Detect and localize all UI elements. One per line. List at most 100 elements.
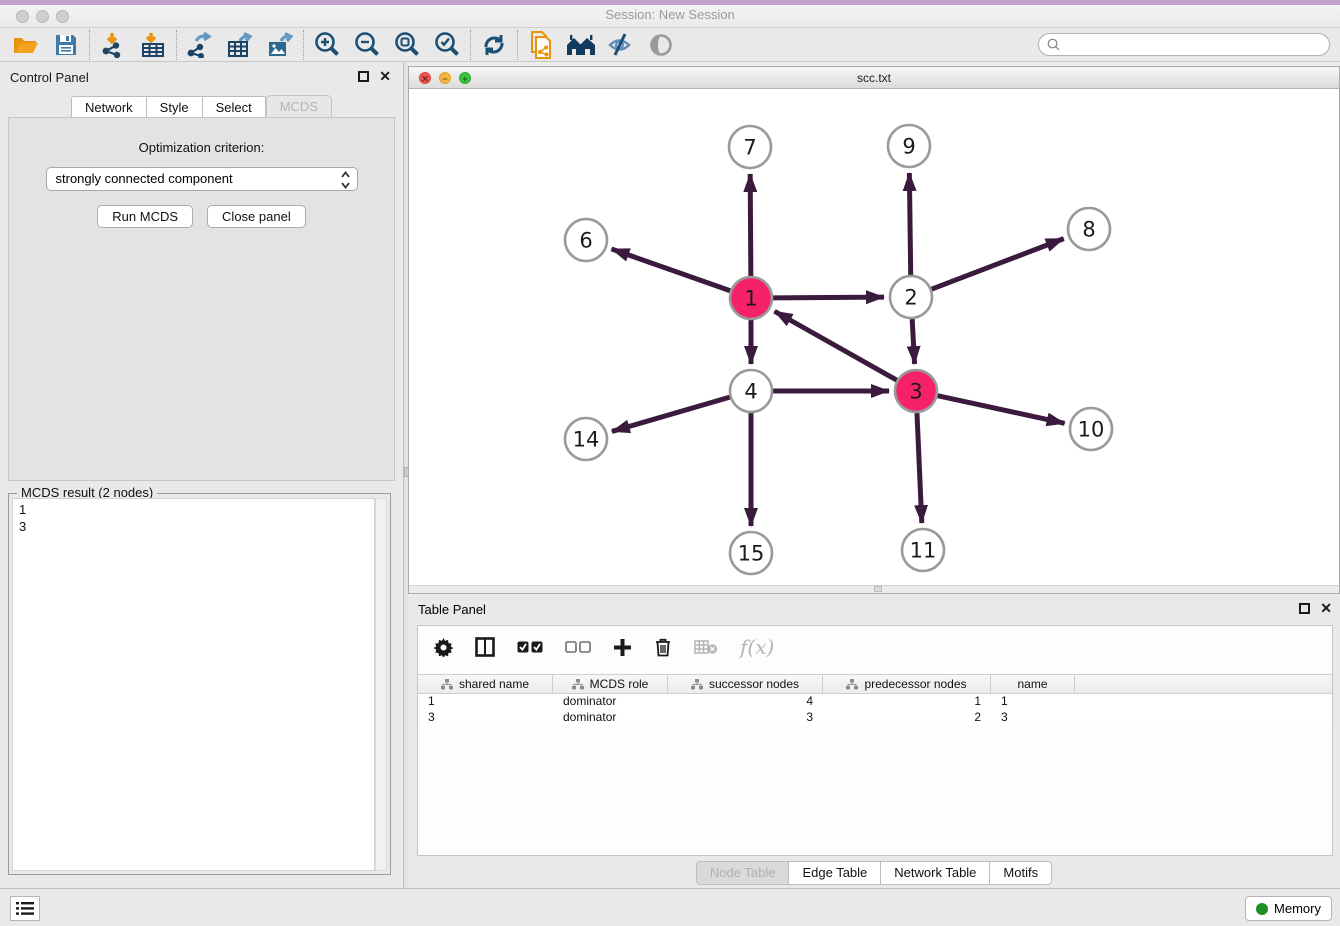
cell-mcds-role[interactable]: dominator xyxy=(553,710,668,726)
node-table: shared name MCDS role successor nodes xyxy=(418,674,1332,726)
column-header-shared-name[interactable]: shared name xyxy=(418,675,553,693)
cell-successor-nodes[interactable]: 4 xyxy=(668,694,823,710)
zoom-fit-icon[interactable] xyxy=(387,30,427,60)
table-options-icon[interactable] xyxy=(434,638,453,657)
unselect-all-icon[interactable] xyxy=(565,640,591,654)
task-history-button[interactable] xyxy=(10,896,40,921)
graph-node-label-9: 9 xyxy=(902,135,915,159)
tree-icon xyxy=(441,679,453,690)
toolbar-separator xyxy=(176,30,177,60)
toolbar-separator xyxy=(470,30,471,60)
memory-button[interactable]: Memory xyxy=(1245,896,1332,921)
close-panel-button[interactable]: Close panel xyxy=(207,205,306,228)
first-neighbors-icon[interactable] xyxy=(561,30,601,60)
graph-edge-3-10[interactable] xyxy=(937,396,1064,424)
cell-shared-name[interactable]: 3 xyxy=(418,710,553,726)
tab-node-table[interactable]: Node Table xyxy=(696,861,790,885)
run-mcds-button[interactable]: Run MCDS xyxy=(97,205,193,228)
criterion-dropdown[interactable]: strongly connected component xyxy=(46,167,358,191)
cell-successor-nodes[interactable]: 3 xyxy=(668,710,823,726)
horizontal-splitter-grip[interactable] xyxy=(874,586,882,592)
column-header-name[interactable]: name xyxy=(991,675,1075,693)
tab-edge-table[interactable]: Edge Table xyxy=(789,861,881,885)
graph-edge-1-2[interactable] xyxy=(773,297,884,298)
close-table-panel-icon[interactable]: ✕ xyxy=(1320,602,1332,615)
import-network-icon[interactable] xyxy=(93,30,133,60)
table-row[interactable]: 1 dominator 4 1 1 xyxy=(418,694,1332,710)
graph-edge-2-9[interactable] xyxy=(909,173,910,275)
graph-edge-3-1[interactable] xyxy=(775,311,897,380)
column-header-mcds-role[interactable]: MCDS role xyxy=(553,675,668,693)
select-all-icon[interactable] xyxy=(517,640,543,654)
column-header-predecessor-nodes[interactable]: predecessor nodes xyxy=(823,675,991,693)
toolbar-separator xyxy=(517,30,518,60)
tab-motifs[interactable]: Motifs xyxy=(990,861,1052,885)
cell-shared-name[interactable]: 1 xyxy=(418,694,553,710)
zoom-out-icon[interactable] xyxy=(347,30,387,60)
list-icon xyxy=(16,901,34,916)
network-window-titlebar[interactable]: ✕ − + scc.txt xyxy=(409,67,1339,89)
tree-icon xyxy=(572,679,584,690)
close-panel-icon[interactable]: ✕ xyxy=(379,70,391,83)
cell-mcds-role[interactable]: dominator xyxy=(553,694,668,710)
criterion-dropdown-value: strongly connected component xyxy=(56,171,233,186)
graph-edge-1-6[interactable] xyxy=(611,249,730,291)
main-toolbar xyxy=(0,28,1340,62)
network-view-window: ✕ − + scc.txt 7968124314101511 xyxy=(408,66,1340,594)
zoom-in-icon[interactable] xyxy=(307,30,347,60)
search-input[interactable] xyxy=(1061,36,1329,54)
graph-node-label-2: 2 xyxy=(904,286,917,310)
hide-selected-icon[interactable] xyxy=(601,30,641,60)
search-box[interactable] xyxy=(1038,33,1330,56)
network-canvas[interactable]: 7968124314101511 xyxy=(409,89,1339,586)
mcds-result-group: MCDS result (2 nodes) 1 3 xyxy=(8,493,391,875)
optimization-criterion-label: Optimization criterion: xyxy=(9,140,394,155)
table-row[interactable]: 3 dominator 3 2 3 xyxy=(418,710,1332,726)
column-header-successor-nodes[interactable]: successor nodes xyxy=(668,675,823,693)
memory-status-icon xyxy=(1256,903,1268,915)
open-folder-icon[interactable] xyxy=(6,30,46,60)
window-title: Session: New Session xyxy=(0,7,1340,22)
toolbar-separator xyxy=(303,30,304,60)
cell-predecessor-nodes[interactable]: 1 xyxy=(823,694,991,710)
table-panel-tabs: Node Table Edge Table Network Table Moti… xyxy=(408,861,1340,885)
graph-edge-4-14[interactable] xyxy=(612,397,730,431)
show-column-icon[interactable] xyxy=(475,637,495,657)
delete-row-icon[interactable] xyxy=(654,637,672,657)
mcds-tab-content: Optimization criterion: strongly connect… xyxy=(8,117,395,481)
show-all-icon[interactable] xyxy=(641,30,681,60)
graph-edge-1-7[interactable] xyxy=(750,174,751,276)
table-header-row: shared name MCDS role successor nodes xyxy=(418,674,1332,694)
tab-network-table[interactable]: Network Table xyxy=(881,861,990,885)
new-network-from-selection-icon[interactable] xyxy=(521,30,561,60)
graph-edge-2-3[interactable] xyxy=(912,319,914,364)
graph-edge-2-8[interactable] xyxy=(932,239,1064,290)
export-network-icon[interactable] xyxy=(180,30,220,60)
float-panel-icon[interactable] xyxy=(358,71,369,82)
cell-name[interactable]: 1 xyxy=(991,694,1075,710)
mcds-result-textarea[interactable]: 1 3 xyxy=(12,498,375,871)
mcds-result-line: 3 xyxy=(19,518,374,535)
title-bar: Session: New Session xyxy=(0,0,1340,28)
control-panel-title: Control Panel xyxy=(10,70,89,85)
save-icon[interactable] xyxy=(46,30,86,60)
cell-predecessor-nodes[interactable]: 2 xyxy=(823,710,991,726)
function-builder-icon[interactable]: f(x) xyxy=(740,635,774,659)
network-graph[interactable]: 7968124314101511 xyxy=(409,89,1339,586)
delete-table-icon[interactable] xyxy=(694,639,718,655)
export-image-icon[interactable] xyxy=(260,30,300,60)
app-window: Session: New Session xyxy=(0,0,1340,926)
export-table-icon[interactable] xyxy=(220,30,260,60)
tab-mcds[interactable]: MCDS xyxy=(266,95,332,119)
zoom-selected-icon[interactable] xyxy=(427,30,467,60)
apply-layout-icon[interactable] xyxy=(474,30,514,60)
import-table-icon[interactable] xyxy=(133,30,173,60)
float-table-panel-icon[interactable] xyxy=(1299,603,1310,614)
graph-edge-3-11[interactable] xyxy=(917,413,922,523)
add-row-icon[interactable] xyxy=(613,638,632,657)
table-toolbar: f(x) xyxy=(418,626,1332,668)
graph-node-label-10: 10 xyxy=(1078,418,1105,442)
main-area: Control Panel ✕ Network Style Select MCD… xyxy=(0,62,1340,888)
cell-name[interactable]: 3 xyxy=(991,710,1075,726)
result-scrollbar[interactable] xyxy=(375,498,387,871)
